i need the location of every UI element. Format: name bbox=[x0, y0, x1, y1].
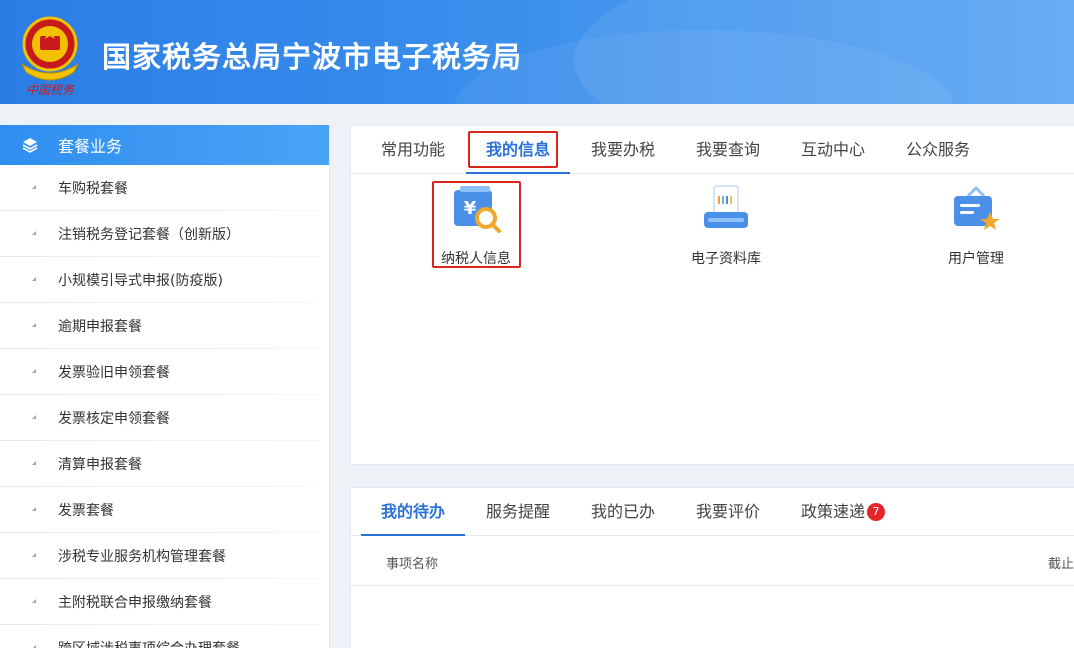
tab-my-done[interactable]: 我的已办 bbox=[591, 488, 655, 536]
function-panel: 常用功能 我的信息 我要办税 我要查询 互动中心 公众服务 ¥ 纳税人信息 电子… bbox=[350, 125, 1074, 465]
sidebar-item[interactable]: 逾期申报套餐 bbox=[0, 303, 329, 349]
tab-policy-express[interactable]: 政策速递 7 bbox=[801, 488, 886, 536]
sidebar-item-label: 涉税专业服务机构管理套餐 bbox=[58, 549, 226, 565]
highlight-box-tab bbox=[468, 131, 558, 168]
site-header: 中国税务 国家税务总局宁波市电子税务局 bbox=[0, 0, 1074, 104]
sidebar-item[interactable]: 跨区域涉税事项综合办理套餐 bbox=[0, 625, 329, 648]
bullet-triangle-icon bbox=[32, 553, 36, 557]
sidebar-item-label: 小规模引导式申报(防疫版) bbox=[58, 273, 223, 289]
tab-evaluate[interactable]: 我要评价 bbox=[696, 488, 760, 536]
site-title: 国家税务总局宁波市电子税务局 bbox=[102, 40, 523, 74]
layers-icon bbox=[22, 138, 38, 153]
bullet-triangle-icon bbox=[32, 277, 36, 281]
bullet-triangle-icon bbox=[32, 507, 36, 511]
function-user-management[interactable]: 用户管理 bbox=[921, 184, 1031, 268]
tab-interaction-center[interactable]: 互动中心 bbox=[801, 126, 865, 174]
bullet-triangle-icon bbox=[32, 461, 36, 465]
policy-count-badge: 7 bbox=[867, 503, 886, 521]
todo-panel: 我的待办 服务提醒 我的已办 我要评价 政策速递 7 事项名称 截止 bbox=[350, 487, 1074, 648]
tab-policy-express-label: 政策速递 bbox=[801, 502, 866, 521]
todo-tabs: 我的待办 服务提醒 我的已办 我要评价 政策速递 7 bbox=[351, 488, 1074, 536]
main-tabs: 常用功能 我的信息 我要办税 我要查询 互动中心 公众服务 bbox=[351, 126, 1074, 174]
sidebar-item[interactable]: 发票核定申领套餐 bbox=[0, 395, 329, 441]
sidebar-item[interactable]: 主附税联合申报缴纳套餐 bbox=[0, 579, 329, 625]
sidebar-item[interactable]: 小规模引导式申报(防疫版) bbox=[0, 257, 329, 303]
function-e-document-library[interactable]: 电子资料库 bbox=[671, 184, 781, 268]
tab-query[interactable]: 我要查询 bbox=[696, 126, 760, 174]
national-tax-emblem-icon: 中国税务 bbox=[20, 16, 80, 97]
function-label: 用户管理 bbox=[948, 251, 1004, 267]
tab-handle-tax[interactable]: 我要办税 bbox=[591, 126, 655, 174]
sidebar-item-label: 发票验旧申领套餐 bbox=[58, 365, 170, 381]
bullet-triangle-icon bbox=[32, 185, 36, 189]
bullet-triangle-icon bbox=[32, 369, 36, 373]
sidebar-item-label: 注销税务登记套餐（创新版） bbox=[58, 227, 240, 243]
tab-common-functions[interactable]: 常用功能 bbox=[381, 126, 445, 174]
sidebar-item[interactable]: 车购税套餐 bbox=[0, 165, 329, 211]
sidebar-heading[interactable]: 套餐业务 bbox=[0, 125, 329, 165]
sidebar-item[interactable]: 注销税务登记套餐（创新版） bbox=[0, 211, 329, 257]
bullet-triangle-icon bbox=[32, 231, 36, 235]
sidebar-item[interactable]: 涉税专业服务机构管理套餐 bbox=[0, 533, 329, 579]
sidebar-item-label: 逾期申报套餐 bbox=[58, 319, 142, 335]
column-item-name: 事项名称 bbox=[386, 557, 439, 572]
emblem-caption: 中国税务 bbox=[26, 83, 75, 97]
sidebar-list: 车购税套餐 注销税务登记套餐（创新版） 小规模引导式申报(防疫版) 逾期申报套餐… bbox=[0, 165, 329, 648]
active-tab-underline bbox=[466, 172, 570, 174]
column-deadline: 截止 bbox=[1048, 557, 1074, 572]
sidebar-heading-label: 套餐业务 bbox=[58, 137, 123, 156]
sidebar-item-label: 发票核定申领套餐 bbox=[58, 411, 170, 427]
tab-my-todo[interactable]: 我的待办 bbox=[381, 488, 445, 536]
sidebar-item[interactable]: 发票套餐 bbox=[0, 487, 329, 533]
todo-table-header: 事项名称 截止 bbox=[351, 536, 1074, 586]
sidebar-item[interactable]: 发票验旧申领套餐 bbox=[0, 349, 329, 395]
sidebar: 套餐业务 车购税套餐 注销税务登记套餐（创新版） 小规模引导式申报(防疫版) 逾… bbox=[0, 125, 330, 648]
sidebar-item-label: 跨区域涉税事项综合办理套餐 bbox=[58, 638, 240, 648]
bullet-triangle-icon bbox=[32, 323, 36, 327]
highlight-box-function bbox=[432, 181, 521, 268]
sidebar-item-label: 主附税联合申报缴纳套餐 bbox=[58, 595, 212, 611]
tab-service-reminder[interactable]: 服务提醒 bbox=[486, 488, 550, 536]
e-document-library-icon bbox=[704, 185, 748, 228]
bullet-triangle-icon bbox=[32, 415, 36, 419]
function-label: 电子资料库 bbox=[691, 251, 761, 267]
sidebar-item-label: 车购税套餐 bbox=[58, 181, 128, 197]
sidebar-item-label: 清算申报套餐 bbox=[58, 457, 142, 473]
tab-public-service[interactable]: 公众服务 bbox=[906, 126, 970, 174]
sidebar-item[interactable]: 清算申报套餐 bbox=[0, 441, 329, 487]
user-management-icon bbox=[954, 185, 1000, 230]
sidebar-item-label: 发票套餐 bbox=[58, 503, 114, 519]
bullet-triangle-icon bbox=[32, 599, 36, 603]
